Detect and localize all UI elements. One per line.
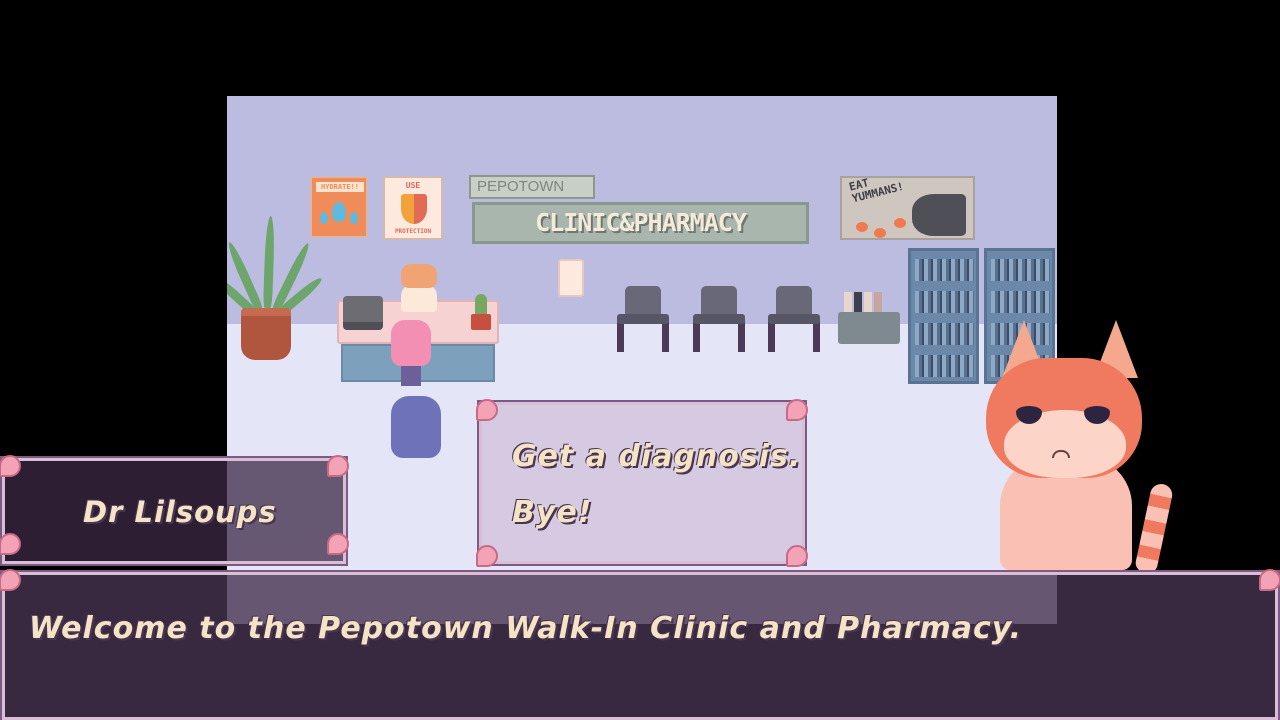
bookshelf	[908, 248, 979, 384]
choice-menu: Get a diagnosis. Bye!	[476, 399, 808, 567]
flower-corner-icon	[786, 545, 808, 567]
waiting-chair	[768, 286, 820, 354]
water-drop-icon	[320, 212, 328, 224]
flower-corner-icon	[0, 533, 21, 555]
cat-body	[391, 396, 441, 458]
choice-get-diagnosis[interactable]: Get a diagnosis.	[512, 439, 801, 474]
table-top	[838, 312, 900, 344]
cactus	[475, 294, 487, 316]
cat-body	[391, 320, 431, 366]
side-table	[838, 292, 900, 372]
fruit-icon	[856, 222, 868, 232]
cat-head	[986, 358, 1142, 478]
cat-tail	[1134, 481, 1175, 575]
cat-eye	[1084, 400, 1110, 424]
cash-register	[343, 296, 383, 330]
fruit-icon	[874, 228, 886, 238]
cactus-pot	[471, 314, 491, 330]
water-drop-icon	[332, 202, 346, 222]
clinic-pharmacy-sign: CLINIC&PHARMACY	[472, 202, 809, 244]
cat-eye	[1016, 400, 1042, 424]
poster-creature	[912, 194, 966, 236]
hydrate-poster: HYDRATE!!	[310, 176, 368, 238]
flower-corner-icon	[1259, 569, 1280, 591]
protection-poster-bottom-text: PROTECTION	[394, 228, 432, 235]
waiting-chair	[693, 286, 745, 354]
cat-body	[401, 284, 437, 312]
eat-yummans-poster: EAT YUMMANS!	[840, 176, 975, 240]
flower-corner-icon	[786, 399, 808, 421]
speaker-portrait-cat	[984, 320, 1214, 575]
protection-poster-top-text: USE	[405, 181, 421, 190]
dialog-box[interactable]: Welcome to the Pepotown Walk-In Clinic a…	[0, 569, 1280, 720]
cat-head	[401, 264, 437, 288]
hydrate-poster-title: HYDRATE!!	[316, 182, 364, 192]
potted-plant	[227, 215, 325, 372]
ad-poster-text: EAT YUMMANS!	[847, 176, 906, 206]
cat-mouth	[1052, 450, 1070, 458]
player-cat-pink	[389, 316, 433, 388]
fruit-icon	[894, 218, 906, 228]
receptionist-cat[interactable]	[395, 258, 443, 314]
water-drop-icon	[350, 212, 358, 224]
follower-cat-purple	[387, 390, 445, 460]
flower-corner-icon	[476, 545, 498, 567]
pepotown-sign: PEPOTOWN	[469, 175, 595, 199]
shield-icon	[401, 194, 427, 224]
plant-leaf	[263, 215, 276, 309]
flower-corner-icon	[0, 455, 21, 477]
speaker-name: Dr Lilsoups	[83, 495, 277, 529]
flower-corner-icon	[327, 533, 349, 555]
waiting-chair	[617, 286, 669, 354]
dialog-text: Welcome to the Pepotown Walk-In Clinic a…	[29, 611, 1023, 646]
plant-pot	[241, 308, 291, 360]
flower-corner-icon	[476, 399, 498, 421]
speaker-name-box: Dr Lilsoups	[0, 455, 349, 566]
choice-bye[interactable]: Bye!	[512, 495, 592, 530]
flower-corner-icon	[0, 569, 21, 591]
flower-corner-icon	[327, 455, 349, 477]
wall-notice	[558, 259, 584, 297]
cat-legs	[401, 364, 421, 386]
protection-poster: USE PROTECTION	[383, 176, 443, 240]
